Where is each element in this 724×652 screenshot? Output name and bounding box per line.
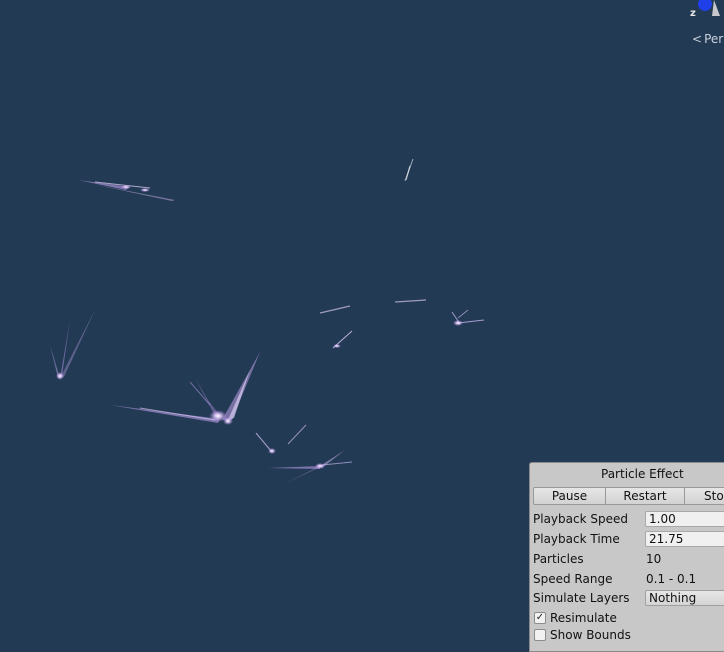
- scene-gizmo[interactable]: z: [688, 0, 724, 24]
- restart-button[interactable]: Restart: [606, 487, 685, 505]
- playback-speed-label: Playback Speed: [533, 512, 628, 526]
- simulate-layers-dropdown[interactable]: Nothing: [645, 590, 724, 606]
- stop-button[interactable]: Sto: [685, 487, 724, 505]
- projection-toggle[interactable]: < Per: [692, 32, 723, 46]
- particle-burst: [78, 180, 175, 201]
- chevron-left-icon: <: [692, 32, 703, 46]
- playback-time-field[interactable]: 21.75: [645, 531, 724, 547]
- speed-range-value: 0.1 - 0.1: [646, 572, 697, 586]
- resimulate-checkbox[interactable]: ✓: [534, 612, 546, 624]
- particle-burst: [268, 450, 353, 484]
- particle-burst: [404, 158, 414, 182]
- speed-range-label: Speed Range: [533, 572, 613, 586]
- gizmo-z-label: z: [690, 8, 696, 19]
- playback-time-label: Playback Time: [533, 532, 620, 546]
- particles-label: Particles: [533, 552, 584, 566]
- particle-burst: [319, 299, 427, 349]
- particle-burst: [451, 309, 485, 326]
- show-bounds-checkbox[interactable]: [534, 629, 546, 641]
- projection-label: Per: [704, 32, 724, 46]
- simulate-layers-label: Simulate Layers: [533, 591, 630, 605]
- particle-burst: [248, 424, 307, 454]
- playback-speed-field[interactable]: 1.00: [645, 511, 724, 527]
- pause-button[interactable]: Pause: [533, 487, 606, 505]
- particle-burst: [50, 308, 96, 380]
- resimulate-label: Resimulate: [550, 611, 617, 625]
- particle-burst: [110, 352, 260, 425]
- particles-value: 10: [646, 552, 662, 566]
- show-bounds-label: Show Bounds: [550, 628, 631, 642]
- playback-controls: Pause Restart Sto: [533, 487, 724, 505]
- particle-effect-panel: Particle Effect Pause Restart Sto Playba…: [529, 462, 724, 652]
- panel-title: Particle Effect: [601, 467, 684, 481]
